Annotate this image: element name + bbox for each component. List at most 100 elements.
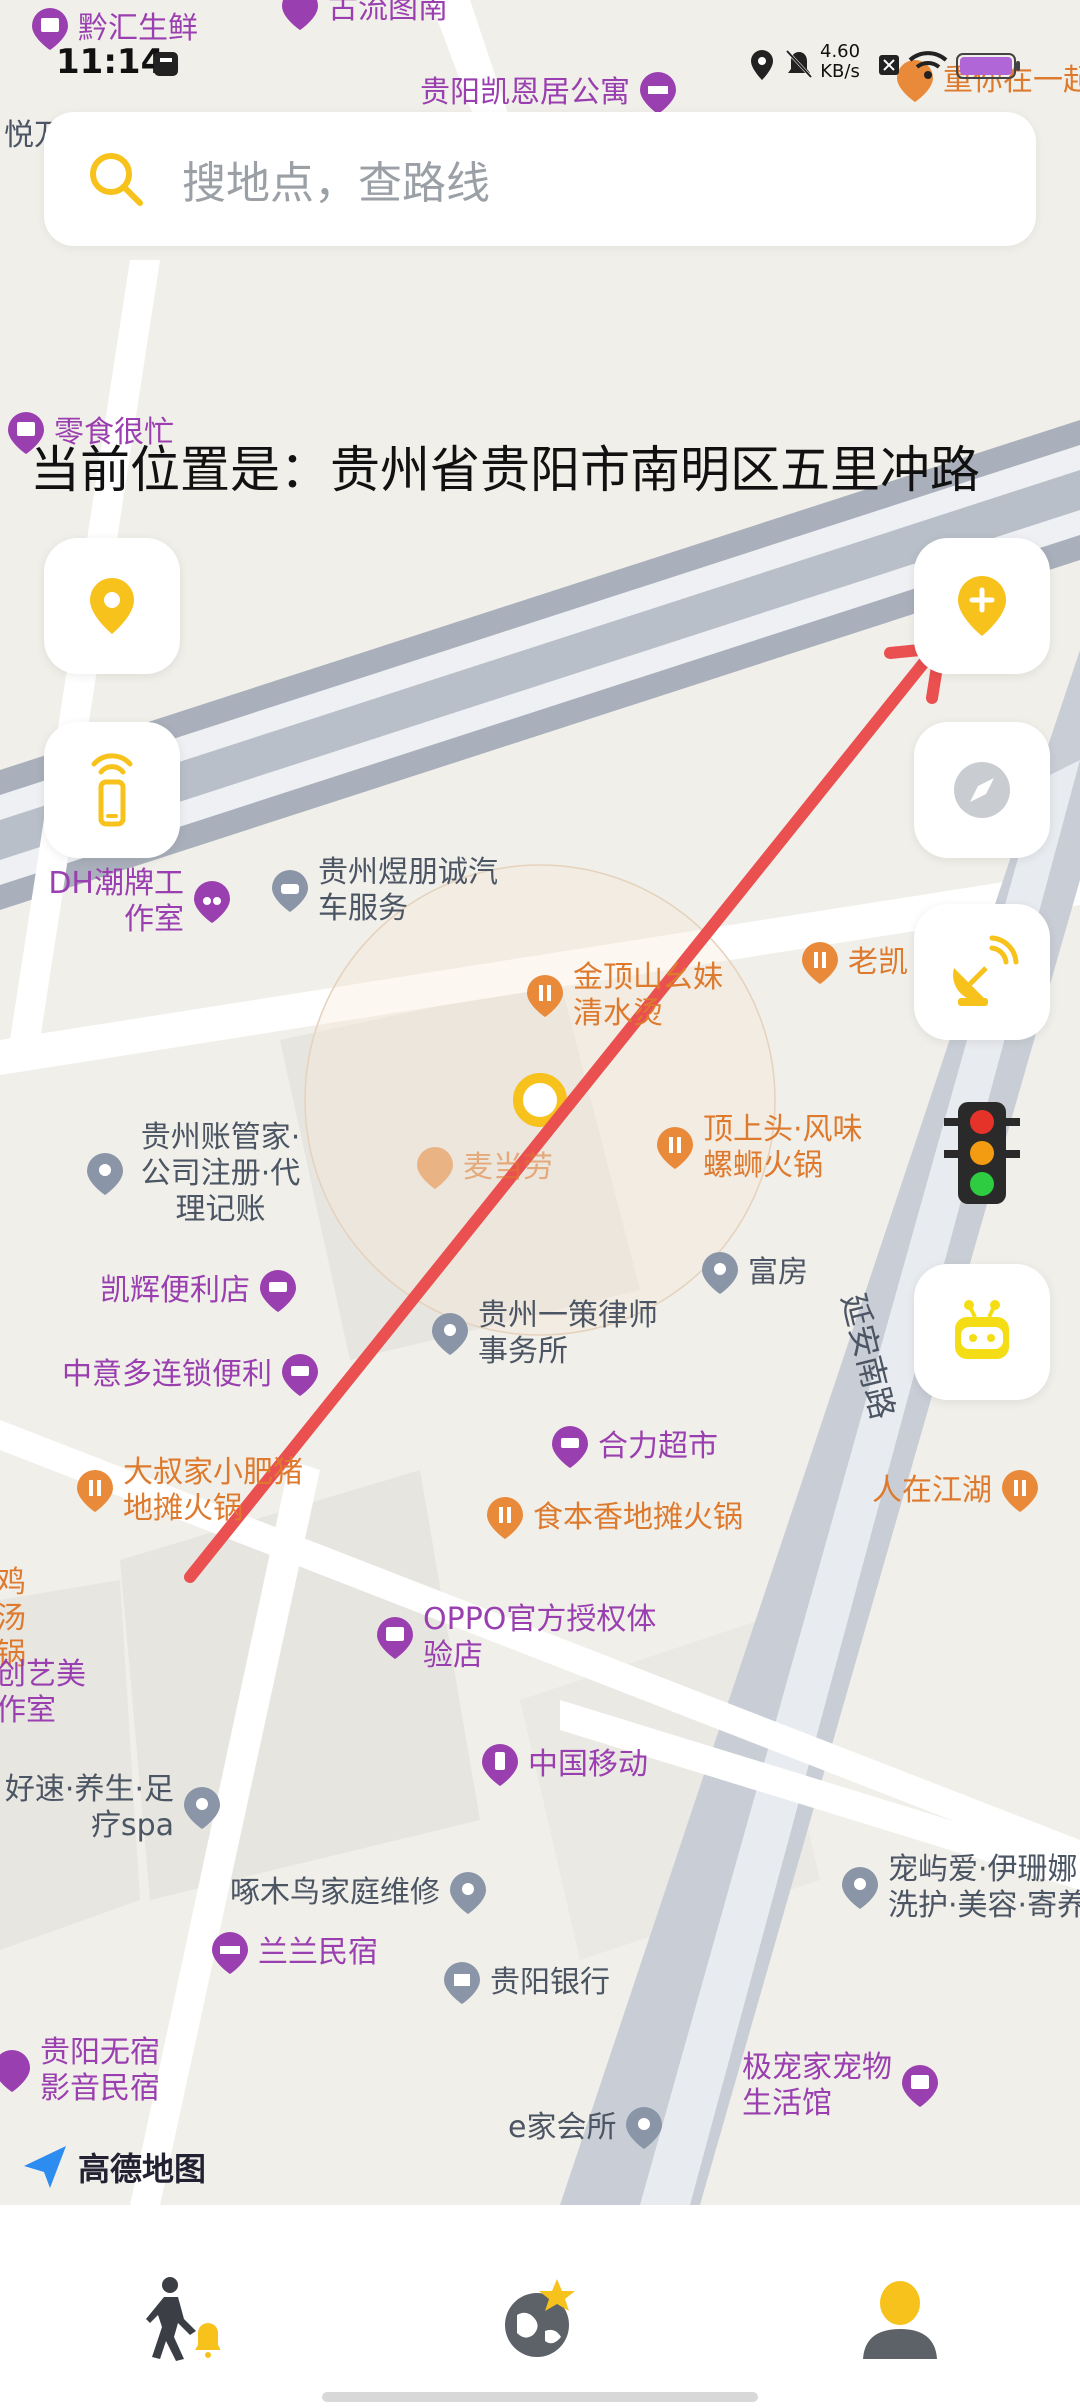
poi-label: 啄木鸟家庭维修 [230,1875,440,1910]
poi-marker[interactable]: 啄木鸟家庭维修 [230,1870,488,1916]
poi-marker[interactable]: 富房 [700,1250,808,1296]
poi-marker[interactable]: 金顶山幺妹清水烫 [525,960,723,1032]
wifi-icon [908,51,948,79]
poi-marker[interactable]: 贵阳银行 [442,1960,610,2006]
poi-marker[interactable]: 宠屿爱·伊珊娜洗护·美容·寄养 [840,1852,1080,1924]
food-pin-icon [487,1497,523,1539]
robot-icon [955,1300,1009,1359]
map-view[interactable]: 延安南路 黔汇生鲜 古流图南 贵阳凯恩居公寓 重你在一起 悦万 零食很忙 DH潮… [0,0,1080,2205]
place-pin-icon [450,1872,486,1914]
poi-label: 富房 [748,1255,808,1290]
poi-label: 金顶山幺妹清水烫 [573,960,723,1031]
nav-safety-button[interactable] [125,2265,235,2375]
poi-marker[interactable]: 凯辉便利店 [100,1268,298,1314]
status-time: 11:14 [56,42,165,82]
poi-label: e家会所 [508,2110,617,2145]
poi-label: 大叔家小肥猪地摊火锅 [123,1455,303,1526]
food-pin-icon [77,1470,113,1512]
poi-marker[interactable]: 兰兰民宿 [210,1930,378,1976]
poi-label: 贵阳银行 [490,1965,610,2000]
poi-label: 凯辉便利店 [100,1273,250,1308]
network-speed-value: 4.60 [820,41,861,62]
poi-marker[interactable]: e家会所 [508,2105,664,2151]
shop-pin-icon [902,2065,938,2107]
my-location-button[interactable] [44,538,180,674]
sim-off-icon [879,55,899,75]
place-pin-icon [842,1867,878,1909]
network-speed: 4.60 KB/s [820,42,860,82]
poi-marker[interactable]: 极宠家宠物生活馆 [742,2050,940,2122]
search-input[interactable]: 搜地点，查路线 [182,147,490,211]
traffic-button[interactable] [940,1098,1024,1208]
poi-marker[interactable]: 贵阳无宿影音民宿 [0,2035,180,2107]
food-pin-icon [417,1147,453,1189]
poi-label: 中国移动 [528,1747,648,1782]
poi-marker[interactable]: 顶上头·风味螺蛳火锅 [655,1112,878,1184]
profile-icon [863,2281,937,2359]
nav-profile-button[interactable] [845,2265,955,2375]
scissors-pin-icon [194,881,230,923]
compass-button[interactable] [914,722,1050,858]
cart-pin-icon [260,1270,296,1312]
poi-label: 贵州煜朋诚汽车服务 [318,855,498,926]
poi-marker[interactable]: 中意多连锁便利 [62,1352,320,1398]
shop-pin-icon [377,1617,413,1659]
add-pin-icon [958,576,1006,636]
poi-marker[interactable]: 好速·养生·足疗spa [0,1772,222,1844]
poi-marker[interactable]: 贵州一策律师事务所 [430,1298,658,1370]
poi-marker[interactable]: OPPO官方授权体验店 [375,1602,663,1674]
device-signal-button[interactable] [44,722,180,858]
hotel-pin-icon [0,2050,30,2092]
assistant-button[interactable] [914,1264,1050,1400]
hotel-pin-icon [212,1932,248,1974]
poi-label: 贵阳无宿影音民宿 [40,2035,160,2106]
poi-label: 老凯 [848,945,908,980]
poi-label: 顶上头·风味螺蛳火锅 [703,1112,863,1183]
poi-label: OPPO官方授权体验店 [423,1602,657,1673]
amap-logo-icon [24,2146,66,2188]
current-location-text: 当前位置是：贵州省贵阳市南明区五里冲路 [30,441,980,499]
poi-marker[interactable]: 大叔家小肥猪地摊火锅 [75,1455,303,1527]
poi-label: 创艺美作室 [0,1657,86,1728]
location-status-icon [751,50,773,80]
place-pin-icon [432,1313,468,1355]
walker-alert-icon [146,2277,220,2361]
poi-label: 贵州一策律师事务所 [478,1298,658,1369]
place-pin-icon [702,1252,738,1294]
place-pin-icon [87,1153,123,1195]
poi-marker[interactable]: 贵州煜朋诚汽车服务 [270,855,508,927]
satellite-dish-icon [953,935,1019,1006]
mute-icon [785,49,813,79]
poi-label: 中意多连锁便利 [62,1357,272,1392]
battery-icon [956,53,1020,79]
poi-marker[interactable]: DH潮牌工作室 [34,866,232,938]
add-place-button[interactable] [914,538,1050,674]
poi-marker[interactable]: 创艺美作室 [0,1657,96,1729]
phone-signal-icon [91,753,133,827]
poi-label: 合力超市 [598,1429,718,1464]
bottom-nav [0,2205,1080,2408]
poi-marker[interactable]: 麦当劳 [415,1145,553,1191]
home-indicator[interactable] [322,2392,758,2402]
place-pin-icon [626,2107,663,2149]
poi-marker[interactable]: 合力超市 [550,1424,718,1470]
nav-discover-button[interactable] [485,2265,595,2375]
poi-label: 极宠家宠物生活馆 [742,2050,892,2121]
poi-marker[interactable]: 贵州账管家·公司注册·代理记账 [85,1120,308,1228]
star-globe-icon [505,2279,575,2357]
poi-label: 宠屿爱·伊珊娜洗护·美容·寄养 [888,1852,1080,1923]
poi-label: 兰兰民宿 [258,1935,378,1970]
search-bar[interactable]: 搜地点，查路线 [44,112,1036,246]
poi-marker[interactable]: 食本香地摊火锅 [485,1495,743,1541]
network-speed-unit: KB/s [820,61,860,82]
poi-label: 人在江湖 [872,1473,992,1508]
search-icon [90,153,143,206]
status-bar: 11:14 4.60 KB/s [0,0,1080,110]
poi-marker[interactable]: 中国移动 [480,1742,648,1788]
poi-label: 好速·养生·足疗spa [4,1772,174,1843]
map-brand: 高德地图 [20,2142,206,2192]
satellite-button[interactable] [914,904,1050,1040]
poi-marker[interactable]: 老凯 [800,940,908,986]
poi-marker[interactable]: 人在江湖 [872,1468,1040,1514]
bank-pin-icon [444,1962,480,2004]
